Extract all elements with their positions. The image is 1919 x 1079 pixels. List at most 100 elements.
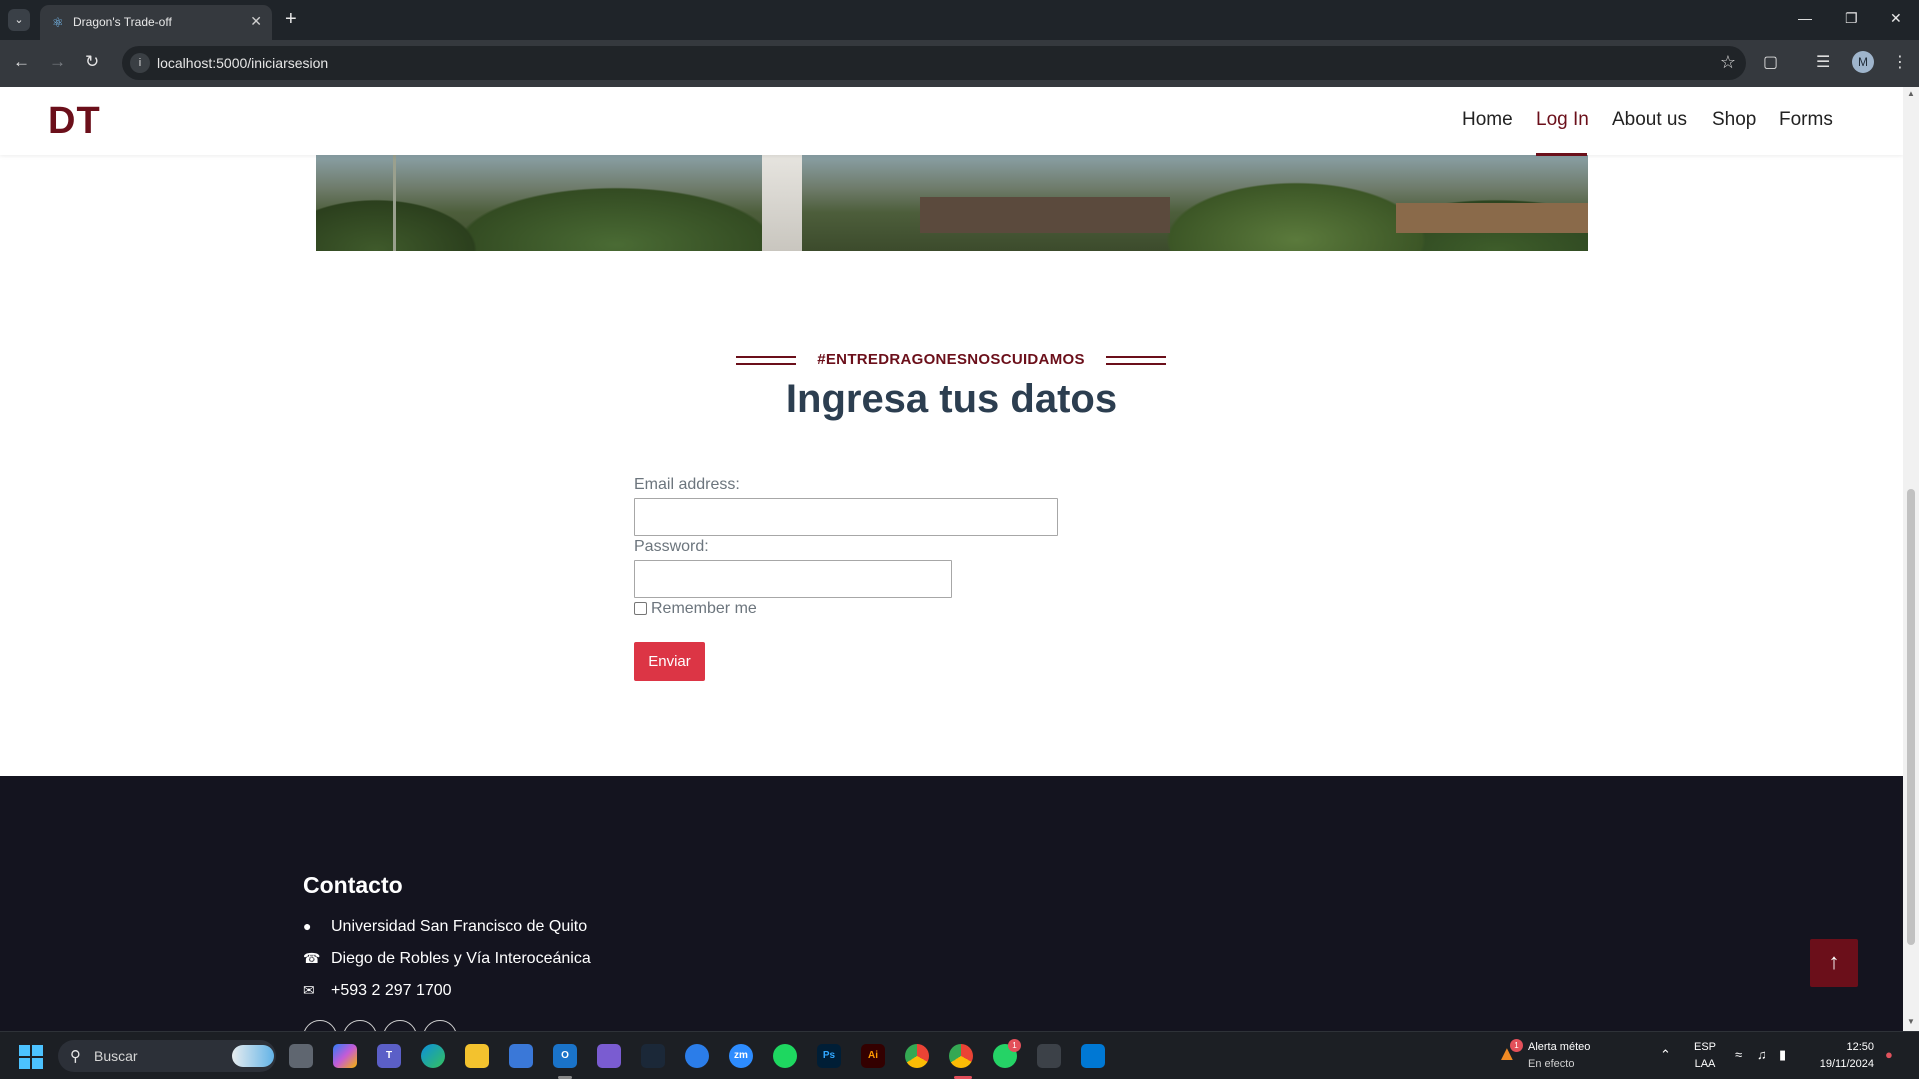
clock-time[interactable]: 12:50 (1810, 1041, 1874, 1053)
scrollbar-thumb[interactable] (1907, 489, 1915, 945)
email-label: Email address: (634, 476, 740, 493)
email-field[interactable] (634, 498, 1058, 536)
nav-forms[interactable]: Forms (1779, 109, 1833, 131)
media-control-icon[interactable]: ☰ (1816, 52, 1830, 72)
hero-pole (393, 155, 396, 251)
nav-active-indicator (1536, 153, 1587, 156)
zoom-icon[interactable]: zm (729, 1044, 753, 1068)
tab-close-icon[interactable]: ✕ (250, 13, 262, 30)
bluetooth-app-icon[interactable] (685, 1044, 709, 1068)
tab-search-dropdown-icon[interactable]: ⌄ (8, 9, 30, 31)
submit-button[interactable]: Enviar (634, 642, 705, 681)
task-view-icon[interactable] (289, 1044, 313, 1068)
microsoft-store-icon[interactable] (509, 1044, 533, 1068)
browser-menu-icon[interactable]: ⋮ (1892, 52, 1908, 72)
search-icon: ⚲ (70, 1048, 81, 1065)
weather-title[interactable]: Alerta méteo (1528, 1041, 1590, 1053)
site-footer (0, 776, 1903, 1031)
spotify-icon[interactable] (773, 1044, 797, 1068)
tray-overflow-icon[interactable]: ⌃ (1660, 1047, 1671, 1063)
clock-date[interactable]: 19/11/2024 (1810, 1058, 1874, 1070)
contact-address: ● Universidad San Francisco de Quito (303, 918, 587, 936)
browser-tab-bar: ⌄ ⚛ Dragon's Trade-off ✕ + — ❐ ✕ (0, 0, 1919, 40)
scroll-up-icon[interactable]: ▲ (1907, 89, 1915, 98)
site-logo[interactable]: DT (48, 100, 101, 143)
contact-address-text: Universidad San Francisco de Quito (331, 918, 588, 935)
browser-tab-active[interactable]: ⚛ Dragon's Trade-off ✕ (40, 5, 272, 40)
outlook-icon[interactable]: O (553, 1044, 577, 1068)
eyebrow-right-line (1106, 356, 1166, 365)
wifi-icon[interactable]: ≈ (1735, 1047, 1742, 1062)
page-scrollbar[interactable]: ▲ ▼ (1903, 87, 1919, 1031)
clipchamp-icon[interactable] (597, 1044, 621, 1068)
vscode-icon[interactable] (1081, 1044, 1105, 1068)
envelope-icon: ✉ (303, 982, 315, 998)
contact-phone-text: Diego de Robles y Vía Interoceánica (331, 950, 591, 967)
taskbar-search[interactable]: ⚲ Buscar (58, 1040, 276, 1072)
keyboard-layout[interactable]: LAA (1693, 1058, 1717, 1070)
volume-icon[interactable]: ♫ (1757, 1047, 1767, 1062)
phone-icon: ☎ (303, 950, 321, 966)
hero-wall (1396, 203, 1588, 233)
nav-about-us[interactable]: About us (1612, 109, 1687, 131)
copilot-icon[interactable] (333, 1044, 357, 1068)
map-marker-icon: ● (303, 918, 312, 934)
profile-avatar[interactable]: M (1852, 51, 1874, 73)
cube-app-icon[interactable] (1037, 1044, 1061, 1068)
contact-email: ✉ +593 2 297 1700 (303, 982, 452, 1000)
photoshop-icon[interactable]: Ps (817, 1044, 841, 1068)
weather-subtitle: En efecto (1528, 1058, 1575, 1070)
illustrator-icon[interactable]: Ai (861, 1044, 885, 1068)
forward-arrow-icon[interactable]: → (49, 52, 66, 72)
nav-home[interactable]: Home (1462, 109, 1513, 131)
file-explorer-icon[interactable] (465, 1044, 489, 1068)
site-info-icon[interactable]: i (130, 53, 150, 73)
react-favicon-icon: ⚛ (52, 15, 64, 30)
scroll-down-icon[interactable]: ▼ (1907, 1017, 1915, 1026)
language-indicator[interactable]: ESP (1693, 1041, 1717, 1053)
back-arrow-icon[interactable]: ← (13, 52, 30, 72)
footer-title: Contacto (303, 872, 403, 898)
hero-roof (920, 197, 1170, 233)
chrome-profile-icon[interactable] (949, 1044, 973, 1068)
tab-title: Dragon's Trade-off (73, 15, 172, 29)
site-header: DT Home Log In About us Shop Forms (0, 87, 1903, 156)
remember-me-label[interactable]: Remember me (651, 600, 757, 618)
new-tab-icon[interactable]: + (285, 8, 297, 30)
campus-hero-image (316, 155, 1588, 251)
page-viewport: DT Home Log In About us Shop Forms #ENTR… (0, 87, 1903, 1031)
contact-phone: ☎ Diego de Robles y Vía Interoceánica (303, 950, 591, 968)
contact-email-text: +593 2 297 1700 (331, 982, 452, 999)
bookmark-star-icon[interactable]: ☆ (1720, 52, 1736, 73)
weather-badge: 1 (1510, 1039, 1523, 1052)
address-bar[interactable]: i localhost:5000/iniciarsesion ☆ (122, 46, 1746, 80)
eyebrow-hashtag: #ENTREDRAGONESNOSCUIDAMOS (817, 351, 1085, 368)
url-text: localhost:5000/iniciarsesion (157, 55, 329, 71)
windows-taskbar: ⚲ Buscar T O zm Ps Ai 1 ▲ 1 Alerta méteo… (0, 1031, 1919, 1079)
minimize-icon[interactable]: — (1798, 10, 1812, 26)
search-highlight-image (232, 1045, 274, 1067)
remember-me-checkbox[interactable] (634, 602, 647, 615)
nav-login[interactable]: Log In (1536, 109, 1589, 131)
section-eyebrow: #ENTREDRAGONESNOSCUIDAMOS (736, 349, 1166, 373)
windows-start-icon[interactable] (19, 1045, 43, 1069)
restore-icon[interactable]: ❐ (1845, 10, 1858, 27)
notification-bell-icon[interactable]: ● (1885, 1047, 1893, 1062)
nav-shop[interactable]: Shop (1712, 109, 1756, 131)
hero-building (762, 155, 802, 251)
search-placeholder: Buscar (94, 1048, 138, 1064)
page-title: Ingresa tus datos (785, 377, 1118, 421)
chrome-icon[interactable] (905, 1044, 929, 1068)
back-to-top-button[interactable]: ↑ (1810, 939, 1858, 987)
password-label: Password: (634, 538, 709, 555)
reload-icon[interactable]: ↻ (85, 52, 99, 72)
teams-icon[interactable]: T (377, 1044, 401, 1068)
edge-icon[interactable] (421, 1044, 445, 1068)
battery-icon[interactable]: ▮ (1779, 1047, 1786, 1063)
steam-icon[interactable] (641, 1044, 665, 1068)
close-window-icon[interactable]: ✕ (1890, 10, 1902, 27)
browser-toolbar: ← → ↻ i localhost:5000/iniciarsesion ☆ ▢… (0, 40, 1919, 87)
whatsapp-badge: 1 (1008, 1039, 1021, 1052)
extensions-puzzle-icon[interactable]: ▢ (1763, 52, 1778, 72)
password-field[interactable] (634, 560, 952, 598)
